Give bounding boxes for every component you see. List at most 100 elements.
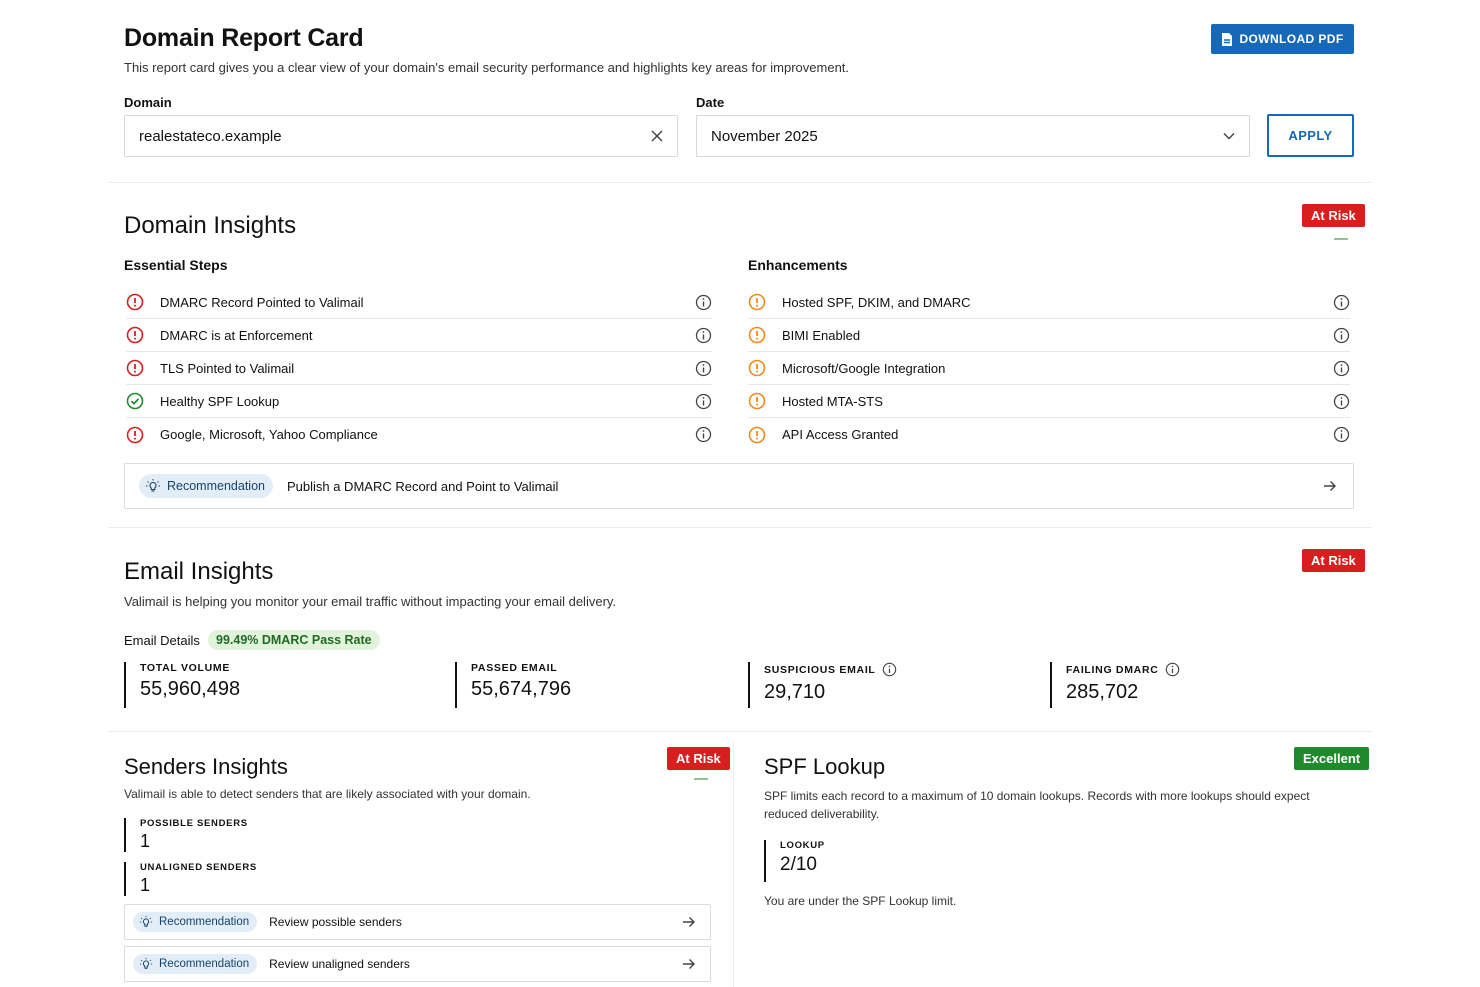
stat-value: 2/10 bbox=[780, 854, 817, 875]
list-item: Hosted MTA-STS bbox=[748, 385, 1350, 418]
list-item-label: Google, Microsoft, Yahoo Compliance bbox=[160, 427, 378, 442]
possible-senders-stat: POSSIBLE SENDERS 1 bbox=[124, 818, 248, 852]
recommendation-row[interactable]: Recommendation Publish a DMARC Record an… bbox=[124, 463, 1354, 509]
info-icon[interactable] bbox=[694, 293, 712, 311]
list-item-label: Healthy SPF Lookup bbox=[160, 393, 280, 409]
page-subtitle: This report card gives you a clear view … bbox=[124, 60, 850, 75]
list-item-label: Microsoft/Google Integration bbox=[782, 360, 946, 376]
divider bbox=[108, 182, 1372, 183]
unaligned-senders-stat: UNALIGNED SENDERS 1 bbox=[124, 862, 257, 896]
email-details-label: Email Details bbox=[124, 633, 200, 648]
status-badge: At Risk bbox=[1302, 204, 1365, 227]
stat-value: 55,674,796 bbox=[471, 678, 572, 700]
lightbulb-icon bbox=[146, 479, 160, 492]
list-item: Healthy SPF Lookup bbox=[126, 385, 712, 418]
list-item: API Access Granted bbox=[748, 418, 1350, 451]
list-item-label: Hosted MTA-STS bbox=[782, 393, 883, 409]
email-insights-title: Email Insights bbox=[124, 558, 274, 585]
status-badge: At Risk bbox=[667, 747, 730, 770]
list-item-label: API Access Granted bbox=[782, 427, 899, 442]
spf-note: You are under the SPF Lookup limit. bbox=[764, 894, 957, 908]
pass-rate-badge: 99.49% DMARC Pass Rate bbox=[208, 630, 380, 650]
warning-icon bbox=[748, 359, 766, 377]
senders-insights-title: Senders Insights bbox=[124, 754, 288, 779]
recommendation-pill: Recommendation bbox=[133, 954, 258, 974]
spf-subtitle: SPF limits each record to a maximum of 1… bbox=[764, 789, 1310, 821]
divider bbox=[108, 527, 1372, 528]
stat-label: TOTAL VOLUME bbox=[140, 662, 231, 674]
domain-insights-title: Domain Insights bbox=[124, 212, 297, 239]
date-select-value: November 2025 bbox=[711, 127, 818, 145]
stat-value: 1 bbox=[140, 875, 151, 895]
page-title: Domain Report Card bbox=[124, 24, 364, 52]
divider bbox=[108, 731, 1372, 732]
list-item-label: DMARC is at Enforcement bbox=[160, 327, 313, 343]
list-item: DMARC Record Pointed to Valimail bbox=[126, 286, 712, 319]
essential-steps-title: Essential Steps bbox=[124, 257, 228, 273]
list-item-label: BIMI Enabled bbox=[782, 327, 861, 343]
stat-label: FAILING DMARC bbox=[1066, 663, 1159, 676]
info-icon[interactable] bbox=[694, 326, 712, 344]
lookup-stat: LOOKUP 2/10 bbox=[764, 840, 825, 882]
stat-label: POSSIBLE SENDERS bbox=[140, 818, 248, 829]
stat-label-row: FAILING DMARC bbox=[1066, 662, 1180, 677]
recommendation-row[interactable]: Recommendation Review unaligned senders bbox=[124, 946, 711, 982]
info-icon[interactable] bbox=[1332, 293, 1350, 311]
stat-value: 55,960,498 bbox=[140, 678, 241, 700]
lightbulb-icon bbox=[139, 915, 153, 927]
recommendation-row[interactable]: Recommendation Review possible senders bbox=[124, 904, 711, 940]
recommendation-pill: Recommendation bbox=[133, 912, 258, 932]
info-icon[interactable] bbox=[1332, 426, 1350, 444]
info-icon[interactable] bbox=[694, 392, 712, 410]
arrow-right-icon bbox=[1324, 481, 1336, 491]
info-icon[interactable] bbox=[694, 426, 712, 444]
suspicious-email-stat: SUSPICIOUS EMAIL 29,710 bbox=[748, 662, 897, 708]
warning-icon bbox=[748, 426, 766, 444]
recommendation-text: Publish a DMARC Record and Point to Vali… bbox=[286, 478, 559, 494]
info-icon[interactable] bbox=[1165, 662, 1180, 677]
failing-dmarc-stat: FAILING DMARC 285,702 bbox=[1050, 662, 1180, 708]
warning-icon bbox=[748, 293, 766, 311]
list-item-label: TLS Pointed to Valimail bbox=[160, 360, 295, 376]
stat-label-row: SUSPICIOUS EMAIL bbox=[764, 662, 897, 677]
status-badge: At Risk bbox=[1302, 549, 1365, 572]
spf-lookup-title: SPF Lookup bbox=[764, 754, 886, 779]
info-icon[interactable] bbox=[694, 359, 712, 377]
email-insights-subtitle: Valimail is helping you monitor your ema… bbox=[124, 594, 617, 609]
domain-label: Domain bbox=[124, 95, 172, 110]
recommendation-text: Review possible senders bbox=[269, 915, 402, 929]
pdf-icon bbox=[1222, 32, 1233, 46]
domain-input-value: realestateco.example bbox=[139, 127, 282, 145]
date-label: Date bbox=[696, 95, 725, 110]
info-icon[interactable] bbox=[1332, 392, 1350, 410]
list-item: DMARC is at Enforcement bbox=[126, 319, 712, 352]
error-icon bbox=[126, 426, 144, 444]
list-item: Hosted SPF, DKIM, and DMARC bbox=[748, 286, 1350, 319]
download-pdf-label: DOWNLOAD PDF bbox=[1239, 32, 1344, 46]
list-item: TLS Pointed to Valimail bbox=[126, 352, 712, 385]
error-icon bbox=[126, 293, 144, 311]
stat-label: SUSPICIOUS EMAIL bbox=[764, 663, 876, 676]
divider bbox=[1334, 238, 1348, 240]
domain-input[interactable]: realestateco.example bbox=[124, 115, 678, 157]
warning-icon bbox=[748, 326, 766, 344]
recommendation-label: Recommendation bbox=[167, 479, 265, 493]
chevron-down-icon bbox=[1223, 132, 1235, 140]
stat-label: LOOKUP bbox=[780, 840, 825, 851]
divider bbox=[733, 742, 734, 987]
clear-icon[interactable] bbox=[651, 130, 663, 142]
info-icon[interactable] bbox=[1332, 359, 1350, 377]
error-icon bbox=[126, 359, 144, 377]
status-badge: Excellent bbox=[1294, 747, 1370, 770]
divider bbox=[694, 778, 708, 780]
info-icon[interactable] bbox=[1332, 326, 1350, 344]
date-select[interactable]: November 2025 bbox=[696, 115, 1250, 157]
stat-label: UNALIGNED SENDERS bbox=[140, 862, 257, 873]
apply-button[interactable]: APPLY bbox=[1267, 114, 1354, 157]
info-icon[interactable] bbox=[882, 662, 897, 677]
list-item-label: Hosted SPF, DKIM, and DMARC bbox=[782, 294, 971, 310]
senders-subtitle: Valimail is able to detect senders that … bbox=[124, 787, 531, 801]
arrow-right-icon bbox=[683, 917, 695, 927]
passed-email-stat: PASSED EMAIL 55,674,796 bbox=[455, 662, 571, 708]
download-pdf-button[interactable]: DOWNLOAD PDF bbox=[1211, 24, 1354, 54]
